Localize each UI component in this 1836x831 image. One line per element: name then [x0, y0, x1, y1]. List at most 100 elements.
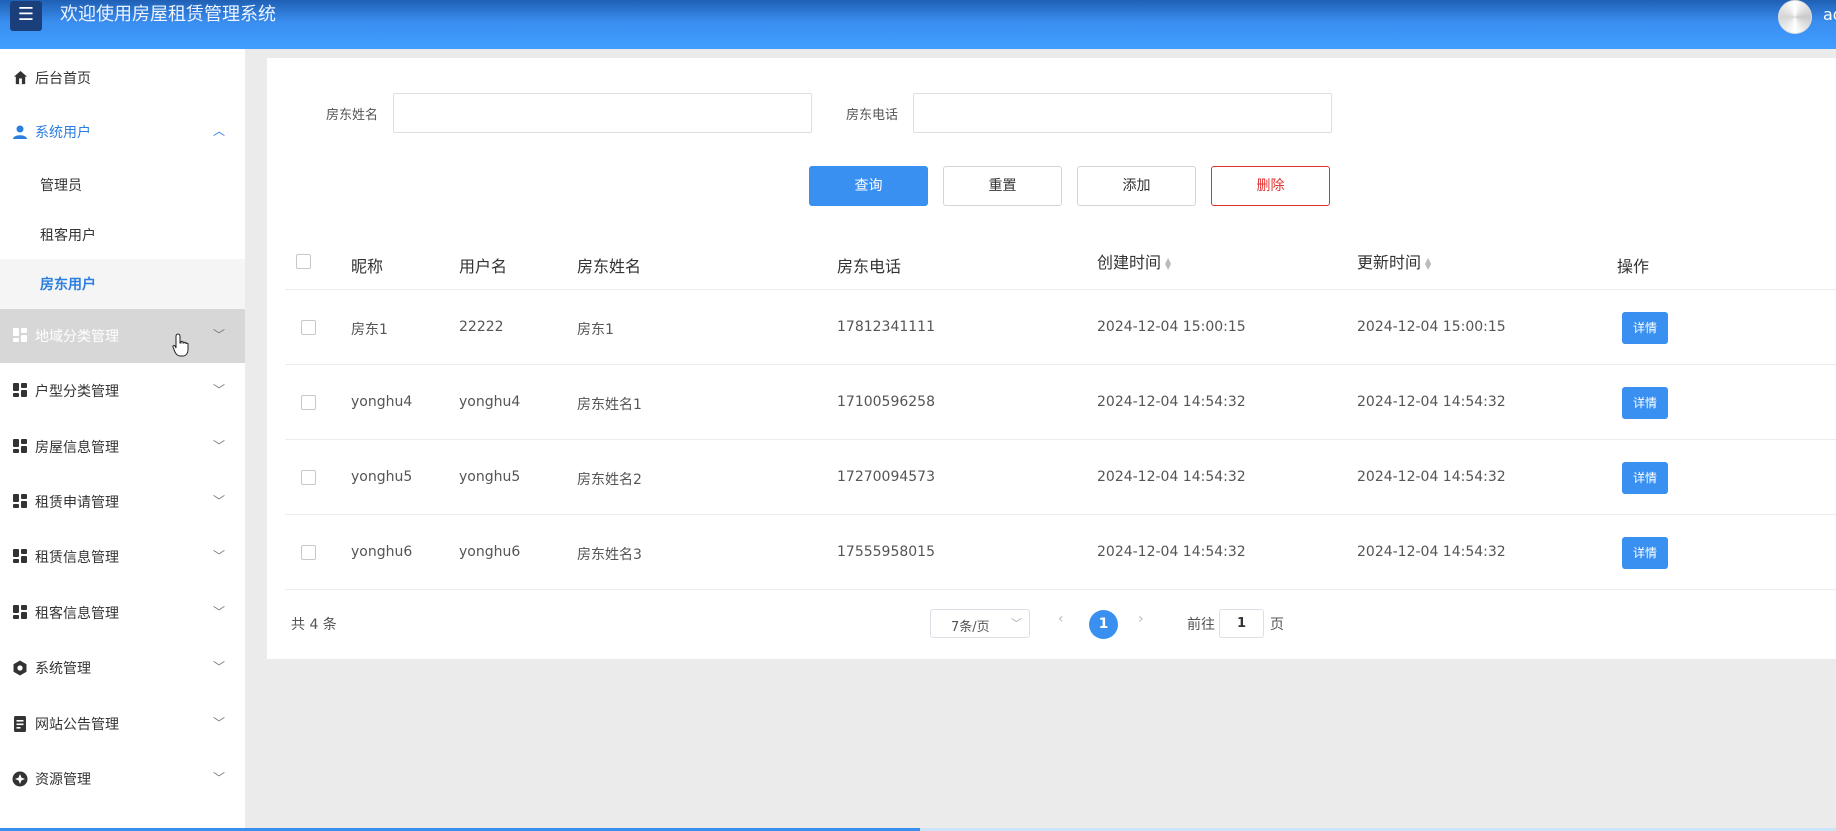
sort-icon[interactable]: ▲ ▼ [1425, 256, 1433, 270]
sidebar-item-system-management[interactable]: 系统管理 ﹀ [0, 641, 245, 695]
cell-created-time: 2024-12-04 15:00:15 [1097, 319, 1246, 335]
sidebar-item-site-announcements[interactable]: 网站公告管理 ﹀ [0, 697, 245, 751]
row-divider [285, 364, 1836, 365]
row-divider [285, 289, 1836, 290]
sidebar-item-label: 管理员 [40, 178, 82, 194]
avatar[interactable] [1778, 0, 1812, 34]
row-checkbox[interactable] [301, 395, 316, 410]
row-checkbox[interactable] [301, 470, 316, 485]
chevron-down-icon: ﹀ [212, 660, 225, 674]
pointer-cursor-icon [172, 333, 189, 357]
sidebar-item-label: 地域分类管理 [35, 329, 119, 345]
column-header-username: 用户名 [459, 257, 508, 276]
detail-button[interactable]: 详情 [1622, 387, 1668, 419]
main-panel: 房东姓名 房东电话 查询 重置 添加 删除 昵称 用户名 房东姓名 房东电话 创… [267, 58, 1836, 659]
home-icon [12, 70, 28, 86]
cell-username: 22222 [459, 319, 504, 335]
grid-icon [12, 549, 28, 565]
grid-icon [12, 439, 28, 455]
sidebar-item-label: 户型分类管理 [35, 384, 119, 400]
sidebar-item-label: 房屋信息管理 [35, 440, 119, 456]
total-count: 共 4 条 [291, 617, 337, 633]
sidebar-item-resource-management[interactable]: 资源管理 ﹀ [0, 752, 245, 806]
page-size-select[interactable]: 7条/页 ﹀ [930, 609, 1030, 638]
sidebar-item-label: 资源管理 [35, 772, 91, 788]
detail-button[interactable]: 详情 [1622, 312, 1668, 344]
column-header-actions: 操作 [1617, 257, 1650, 276]
sort-icon[interactable]: ▲ ▼ [1165, 256, 1173, 270]
column-header-updated-time[interactable]: 更新时间 ▲ ▼ [1357, 249, 1433, 273]
sidebar-item-label: 系统用户 [35, 125, 91, 141]
row-checkbox[interactable] [301, 545, 316, 560]
goto-prefix: 前往 [1187, 617, 1215, 633]
sidebar-subitem-landlord-users[interactable]: 房东用户 [0, 259, 245, 309]
menu-toggle-button[interactable]: ☰ [10, 1, 42, 31]
sidebar-subitem-admin[interactable]: 管理员 [0, 160, 245, 210]
chevron-down-icon: ﹀ [212, 328, 225, 342]
column-header-landlord-name: 房东姓名 [577, 257, 642, 276]
cell-landlord-name: 房东姓名3 [577, 547, 642, 563]
cell-created-time: 2024-12-04 14:54:32 [1097, 469, 1246, 485]
sidebar-item-home[interactable]: 后台首页 [0, 51, 245, 105]
sidebar-item-tenant-info[interactable]: 租客信息管理 ﹀ [0, 586, 245, 640]
chevron-down-icon: ﹀ [212, 494, 225, 508]
document-icon [12, 716, 28, 732]
top-header: ☰ 欢迎使用房屋租赁管理系统 ad [0, 0, 1836, 49]
chevron-down-icon: ﹀ [212, 771, 225, 785]
cell-updated-time: 2024-12-04 14:54:32 [1357, 544, 1506, 560]
grid-icon [12, 494, 28, 510]
app-title: 欢迎使用房屋租赁管理系统 [60, 4, 276, 25]
row-checkbox[interactable] [301, 320, 316, 335]
chevron-down-icon: ﹀ [1011, 617, 1022, 630]
grid-icon [12, 383, 28, 399]
cell-landlord-phone: 17812341111 [837, 319, 935, 335]
cell-created-time: 2024-12-04 14:54:32 [1097, 394, 1246, 410]
select-all-checkbox[interactable] [296, 254, 311, 269]
reset-button[interactable]: 重置 [943, 166, 1062, 206]
page-number-current[interactable]: 1 [1089, 610, 1118, 639]
page-size-value: 7条/页 [951, 620, 990, 635]
landlord-name-input[interactable] [393, 93, 812, 133]
sidebar-item-house-type-category[interactable]: 户型分类管理 ﹀ [0, 364, 245, 418]
cell-nickname: yonghu4 [351, 394, 413, 410]
detail-button[interactable]: 详情 [1622, 537, 1668, 569]
sidebar-item-region-category[interactable]: 地域分类管理 ﹀ [0, 309, 245, 363]
cell-username: yonghu4 [459, 394, 521, 410]
add-button[interactable]: 添加 [1077, 166, 1196, 206]
sidebar-item-rental-application[interactable]: 租赁申请管理 ﹀ [0, 475, 245, 529]
row-divider [285, 589, 1836, 590]
prev-page-icon[interactable]: ‹ [1058, 611, 1064, 627]
cell-updated-time: 2024-12-04 15:00:15 [1357, 319, 1506, 335]
chevron-down-icon: ﹀ [212, 716, 225, 730]
landlord-phone-label: 房东电话 [846, 108, 899, 123]
sidebar-subitem-tenant-users[interactable]: 租客用户 [0, 210, 245, 260]
column-header-created-time[interactable]: 创建时间 ▲ ▼ [1097, 249, 1173, 273]
sidebar-item-house-info[interactable]: 房屋信息管理 ﹀ [0, 420, 245, 474]
cell-landlord-name: 房东姓名1 [577, 397, 642, 413]
hamburger-icon: ☰ [17, 4, 35, 25]
sidebar-item-rental-info[interactable]: 租赁信息管理 ﹀ [0, 530, 245, 584]
goto-page-input[interactable]: 1 [1219, 609, 1264, 638]
sidebar-item-label: 系统管理 [35, 661, 91, 677]
landlord-name-label: 房东姓名 [326, 108, 379, 123]
grid-icon [12, 605, 28, 621]
next-page-icon[interactable]: › [1138, 611, 1144, 627]
query-button[interactable]: 查询 [809, 166, 928, 206]
cell-nickname: 房东1 [351, 322, 388, 338]
delete-button[interactable]: 删除 [1211, 166, 1330, 206]
landlord-phone-input[interactable] [913, 93, 1332, 133]
sidebar-item-label: 租客用户 [40, 228, 96, 244]
column-header-nickname: 昵称 [351, 257, 384, 276]
cell-landlord-name: 房东1 [577, 322, 614, 338]
cell-landlord-phone: 17555958015 [837, 544, 935, 560]
chevron-up-icon: ︿ [212, 124, 225, 138]
sidebar-item-label: 网站公告管理 [35, 717, 119, 733]
detail-button[interactable]: 详情 [1622, 462, 1668, 494]
sidebar-item-label: 后台首页 [35, 71, 91, 87]
user-name[interactable]: ad [1823, 5, 1836, 24]
chevron-down-icon: ﹀ [212, 549, 225, 563]
sidebar-item-system-users[interactable]: 系统用户 ︿ [0, 105, 245, 159]
chevron-down-icon: ﹀ [212, 439, 225, 453]
goto-suffix: 页 [1270, 617, 1284, 633]
cell-landlord-name: 房东姓名2 [577, 472, 642, 488]
